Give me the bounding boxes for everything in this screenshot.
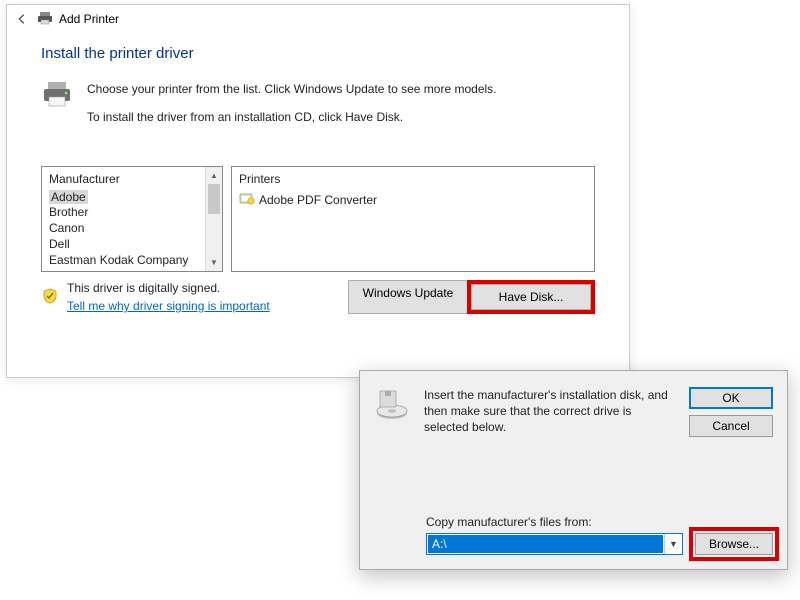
manufacturer-item[interactable]: Brother bbox=[49, 204, 222, 220]
scrollbar[interactable]: ▲ ▼ bbox=[205, 167, 222, 271]
manufacturer-item[interactable]: Canon bbox=[49, 220, 222, 236]
copy-from-value[interactable]: A:\ bbox=[428, 535, 663, 553]
chevron-down-icon[interactable]: ▼ bbox=[664, 534, 682, 554]
scrollbar-track[interactable] bbox=[206, 184, 222, 254]
manufacturer-item[interactable]: Adobe bbox=[49, 190, 88, 204]
browse-highlight: Browse... bbox=[689, 527, 779, 561]
scroll-up-icon[interactable]: ▲ bbox=[206, 167, 222, 184]
driver-buttons: Windows Update Have Disk... bbox=[348, 280, 595, 314]
manufacturer-items: Adobe Brother Canon Dell Eastman Kodak C… bbox=[42, 190, 222, 271]
shield-icon bbox=[41, 288, 59, 307]
copy-from-combobox[interactable]: A:\ ▼ bbox=[426, 533, 683, 555]
printer-item-label: Adobe PDF Converter bbox=[259, 193, 377, 207]
install-from-disk-dialog: Insert the manufacturer's installation d… bbox=[359, 370, 788, 570]
intro-line-2: To install the driver from an installati… bbox=[87, 108, 497, 126]
wizard-intro: Choose your printer from the list. Click… bbox=[41, 80, 595, 136]
lists-row: Manufacturer Adobe Brother Canon Dell Ea… bbox=[41, 166, 595, 272]
have-disk-highlight: Have Disk... bbox=[467, 280, 595, 314]
printer-icon bbox=[37, 10, 53, 29]
add-printer-wizard: Add Printer Install the printer driver C… bbox=[6, 4, 630, 378]
manufacturer-header: Manufacturer bbox=[42, 167, 222, 190]
printers-items: Adobe PDF Converter bbox=[232, 190, 594, 271]
disk-instruction: Insert the manufacturer's installation d… bbox=[424, 387, 675, 437]
printers-header: Printers bbox=[232, 167, 594, 190]
browse-button[interactable]: Browse... bbox=[695, 533, 773, 555]
printer-large-icon bbox=[41, 80, 73, 136]
windows-update-button[interactable]: Windows Update bbox=[348, 280, 468, 314]
arrow-left-icon bbox=[15, 12, 29, 26]
have-disk-button[interactable]: Have Disk... bbox=[471, 284, 591, 310]
driver-text: This driver is digitally signed. Tell me… bbox=[67, 281, 340, 313]
ok-button[interactable]: OK bbox=[689, 387, 773, 409]
wizard-title: Add Printer bbox=[59, 12, 119, 26]
manufacturer-listbox[interactable]: Manufacturer Adobe Brother Canon Dell Ea… bbox=[41, 166, 223, 272]
scrollbar-thumb[interactable] bbox=[208, 184, 220, 214]
scroll-down-icon[interactable]: ▼ bbox=[206, 254, 222, 271]
wizard-titlebar: Add Printer bbox=[7, 5, 629, 33]
intro-text: Choose your printer from the list. Click… bbox=[87, 80, 497, 136]
printers-listbox[interactable]: Printers Adobe PDF Converter bbox=[231, 166, 595, 272]
driver-signing-link[interactable]: Tell me why driver signing is important bbox=[67, 299, 270, 313]
disk-buttons: OK Cancel bbox=[689, 387, 773, 437]
disk-lower: Copy manufacturer's files from: A:\ ▼ Br… bbox=[426, 515, 773, 555]
wizard-body: Install the printer driver Choose your p… bbox=[7, 33, 629, 314]
driver-signed-text: This driver is digitally signed. bbox=[67, 281, 340, 295]
manufacturer-item[interactable]: Dell bbox=[49, 236, 222, 252]
wizard-heading: Install the printer driver bbox=[41, 45, 595, 62]
cancel-button[interactable]: Cancel bbox=[689, 415, 773, 437]
copy-row: A:\ ▼ Browse... bbox=[426, 533, 773, 555]
manufacturer-item[interactable]: Eastman Kodak Company bbox=[49, 252, 222, 268]
back-button[interactable] bbox=[13, 10, 31, 28]
disk-dialog-body: Insert the manufacturer's installation d… bbox=[360, 371, 787, 447]
intro-line-1: Choose your printer from the list. Click… bbox=[87, 80, 497, 98]
disk-icon bbox=[374, 387, 410, 437]
printer-item[interactable]: Adobe PDF Converter bbox=[239, 190, 594, 209]
printer-shield-icon bbox=[239, 191, 255, 208]
driver-row: This driver is digitally signed. Tell me… bbox=[41, 280, 595, 314]
